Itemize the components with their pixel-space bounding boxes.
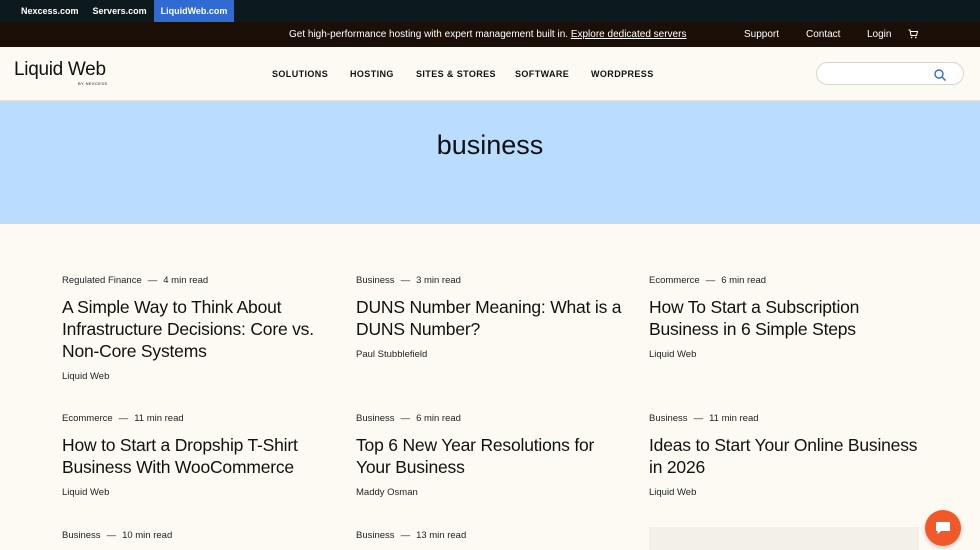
post-read-time: 11 min read xyxy=(134,412,184,424)
post-meta: Ecommerce — 6 min read xyxy=(649,274,919,286)
post-author: Liquid Web xyxy=(62,487,110,498)
post-meta: Business — 6 min read xyxy=(356,412,626,424)
post-category[interactable]: Ecommerce xyxy=(62,413,113,424)
post-title-link[interactable]: Ideas to Start Your Online Business in 2… xyxy=(649,434,919,478)
meta-separator: — xyxy=(693,412,704,424)
meta-separator: — xyxy=(400,274,411,286)
post-meta: Business — 3 min read xyxy=(356,274,626,286)
contact-link[interactable]: Contact xyxy=(806,29,840,40)
post-title-link[interactable]: How To Start a Subscription Business in … xyxy=(649,296,919,340)
meta-separator: — xyxy=(118,412,129,424)
post-read-time: 10 min read xyxy=(122,529,173,541)
post-card: Ecommerce — 11 min read How to Start a Dro… xyxy=(62,412,332,499)
announcement-bar: Get high-performance hosting with expert… xyxy=(0,22,980,47)
post-read-time: 13 min read xyxy=(416,529,467,541)
post-category[interactable]: Business xyxy=(356,530,395,541)
chat-bubble-icon xyxy=(936,522,950,534)
meta-separator: — xyxy=(705,274,716,286)
nav-sites-stores[interactable]: SITES & STORES xyxy=(416,69,496,79)
liquid-web-logo[interactable]: Liquid Web BY NEXCESS xyxy=(14,59,107,87)
announcement-text: Get high-performance hosting with expert… xyxy=(289,29,569,40)
nav-software[interactable]: SOFTWARE xyxy=(515,69,569,79)
meta-separator: — xyxy=(106,529,117,541)
post-card: Business — 13 min read xyxy=(356,529,626,541)
logo-wordmark: Liquid Web xyxy=(14,59,106,80)
post-read-time: 4 min read xyxy=(163,274,209,286)
nav-solutions[interactable]: SOLUTIONS xyxy=(272,69,328,79)
post-card: Business — 11 min read Ideas to Start Your… xyxy=(649,412,919,499)
explore-dedicated-servers-link[interactable]: Explore dedicated servers xyxy=(571,29,687,40)
meta-separator: — xyxy=(147,274,158,286)
logo-tagline: BY NEXCESS xyxy=(78,81,108,86)
post-author: Maddy Osman xyxy=(356,487,418,498)
post-meta: Business — 10 min read xyxy=(62,529,332,541)
post-author: Liquid Web xyxy=(649,349,697,360)
post-card: Regulated Finance — 4 min read A Simple Wa… xyxy=(62,274,332,383)
post-title-link[interactable]: How to Start a Dropship T-Shirt Business… xyxy=(62,434,332,478)
post-card-placeholder xyxy=(649,527,919,550)
nav-wordpress[interactable]: WORDPRESS xyxy=(591,69,654,79)
post-meta: Business — 11 min read xyxy=(649,412,919,424)
post-author: Paul Stubblefield xyxy=(356,349,428,360)
post-category[interactable]: Ecommerce xyxy=(649,275,700,286)
site-header: Liquid Web BY NEXCESS SOLUTIONS HOSTING … xyxy=(0,47,980,101)
nav-hosting[interactable]: HOSTING xyxy=(350,69,394,79)
chat-launcher-button[interactable] xyxy=(925,510,961,546)
post-category[interactable]: Regulated Finance xyxy=(62,275,142,286)
post-read-time: 6 min read xyxy=(721,274,767,286)
meta-separator: — xyxy=(400,529,411,541)
brand-link-nexcess[interactable]: Nexcess.com xyxy=(14,0,86,22)
post-category[interactable]: Business xyxy=(356,275,395,286)
search-icon[interactable] xyxy=(933,68,947,82)
post-title-link[interactable]: DUNS Number Meaning: What is a DUNS Numb… xyxy=(356,296,626,340)
brand-switcher-bar: Nexcess.com Servers.com LiquidWeb.com xyxy=(0,0,980,22)
announcement-message: Get high-performance hosting with expert… xyxy=(289,29,686,40)
post-card: Business — 6 min read Top 6 New Year Resol… xyxy=(356,412,626,499)
post-card: Business — 3 min read DUNS Number Meaning:… xyxy=(356,274,626,361)
post-meta: Ecommerce — 11 min read xyxy=(62,412,332,424)
post-meta: Business — 13 min read xyxy=(356,529,626,541)
post-title-link[interactable]: A Simple Way to Think About Infrastructu… xyxy=(62,296,332,362)
page-title: business xyxy=(436,130,544,160)
search-box xyxy=(816,62,964,85)
login-link[interactable]: Login xyxy=(867,29,891,40)
post-author: Liquid Web xyxy=(649,487,697,498)
search-input[interactable] xyxy=(827,66,932,81)
post-category[interactable]: Business xyxy=(356,413,395,424)
support-link[interactable]: Support xyxy=(744,29,779,40)
post-title-link[interactable]: Top 6 New Year Resolutions for Your Busi… xyxy=(356,434,626,478)
post-read-time: 3 min read xyxy=(416,274,461,286)
post-read-time: 11 min read xyxy=(709,412,759,424)
post-category[interactable]: Business xyxy=(649,413,688,424)
cart-icon[interactable] xyxy=(908,29,919,39)
post-card: Ecommerce — 6 min read How To Start a Subs… xyxy=(649,274,919,361)
brand-link-servers[interactable]: Servers.com xyxy=(86,0,154,22)
category-hero: business xyxy=(0,101,980,224)
post-meta: Regulated Finance — 4 min read xyxy=(62,274,332,286)
post-card: Business — 10 min read xyxy=(62,529,332,541)
post-read-time: 6 min read xyxy=(416,412,461,424)
post-category[interactable]: Business xyxy=(62,530,101,541)
meta-separator: — xyxy=(400,412,411,424)
post-author: Liquid Web xyxy=(62,371,110,382)
brand-link-liquidweb[interactable]: LiquidWeb.com xyxy=(153,0,235,22)
